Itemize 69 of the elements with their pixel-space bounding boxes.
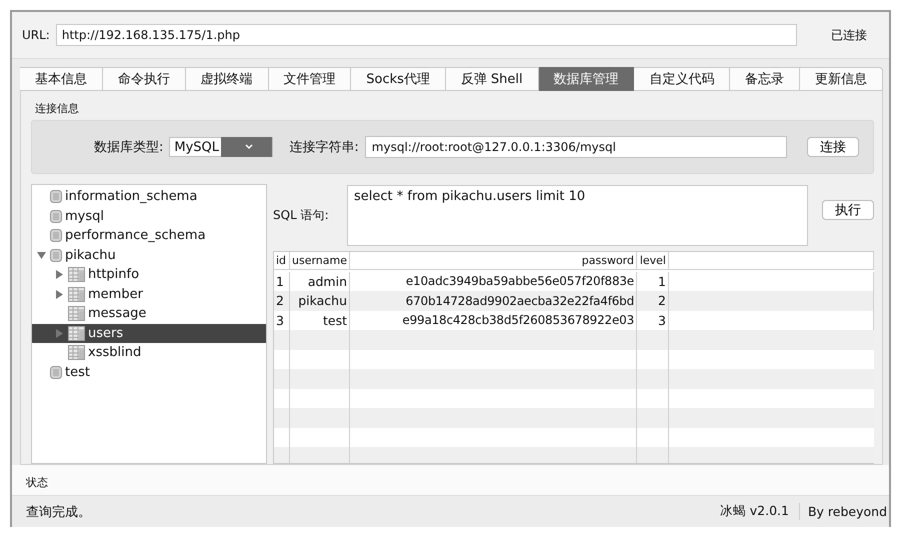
- db-type-label: 数据库类型:: [94, 139, 164, 156]
- author-label: By rebeyond: [806, 504, 888, 519]
- collapsed-arrow-icon[interactable]: [55, 270, 64, 280]
- collapsed-arrow-icon[interactable]: [55, 328, 64, 338]
- tree-item[interactable]: mysql: [32, 206, 266, 226]
- status-message: 查询完成。: [26, 504, 92, 520]
- tree-item-label: information_schema: [65, 189, 198, 204]
- tree-item[interactable]: message: [32, 304, 266, 324]
- section-title: 状态: [12, 465, 889, 495]
- tab[interactable]: 更新信息: [800, 67, 883, 91]
- tab[interactable]: 基本信息: [20, 67, 103, 91]
- tab[interactable]: 文件管理: [268, 67, 352, 91]
- tree-item[interactable]: httpinfo: [32, 265, 266, 284]
- url-field[interactable]: http://192.168.135.175/1.php: [56, 24, 797, 46]
- tree-item[interactable]: test: [32, 362, 266, 382]
- db-type-dropdown[interactable]: MySQL: [169, 137, 274, 157]
- database-icon: [50, 366, 62, 379]
- database-icon: [50, 229, 62, 242]
- column-header: id: [274, 252, 290, 270]
- tree-item-label: mysql: [65, 208, 104, 224]
- tree-item-label: member: [88, 286, 143, 302]
- section-title: 连接信息: [34, 101, 80, 117]
- tab[interactable]: Socks代理: [351, 67, 446, 91]
- conn-string-label: 连接字符串:: [289, 139, 359, 156]
- tab[interactable]: 自定义代码: [634, 67, 730, 91]
- tree-item[interactable]: member: [32, 284, 266, 304]
- tab[interactable]: 反弹 Shell: [446, 67, 539, 91]
- column-header: username: [290, 252, 350, 270]
- connect-button[interactable]: 连接: [807, 137, 859, 157]
- sql-label: SQL 语句:: [273, 206, 330, 224]
- table-icon: [68, 326, 85, 341]
- column-header: password: [350, 252, 637, 270]
- connection-status: 已连接: [830, 26, 868, 44]
- table-cell: 2: [274, 291, 290, 310]
- tree-item-label: test: [65, 364, 90, 380]
- database-icon: [50, 248, 62, 262]
- table-icon: [68, 267, 85, 282]
- table-cell: 2: [637, 291, 669, 310]
- tab[interactable]: 虚拟终端: [186, 67, 269, 91]
- url-label: URL:: [22, 28, 50, 42]
- column-header: level: [637, 252, 669, 270]
- expanded-arrow-icon[interactable]: [37, 250, 46, 260]
- tree-item-label: httpinfo: [88, 267, 140, 282]
- tree-item-label: users: [88, 326, 124, 341]
- table-icon: [68, 345, 85, 360]
- tab[interactable]: 命令执行: [102, 67, 186, 91]
- conn-string-field[interactable]: mysql://root:root@127.0.0.1:3306/mysql: [364, 136, 787, 158]
- tree-item[interactable]: pikachu: [32, 246, 266, 265]
- run-button[interactable]: 执行: [822, 200, 874, 220]
- database-icon: [50, 190, 62, 204]
- sql-query-field[interactable]: select * from pikachu.users limit 10: [347, 185, 808, 246]
- table-cell: pikachu: [290, 291, 350, 310]
- tree-item-label: pikachu: [65, 248, 116, 263]
- version-label: 冰蝎 v2.0.1: [710, 503, 800, 520]
- table-icon: [68, 306, 85, 322]
- tree-item[interactable]: performance_schema: [32, 226, 266, 246]
- collapsed-arrow-icon[interactable]: [55, 290, 64, 299]
- table-cell: 670b14728ad9902aecba32e22fa4f6bd: [350, 291, 637, 310]
- tree-item[interactable]: information_schema: [32, 187, 266, 206]
- tab[interactable]: 数据库管理: [538, 67, 634, 91]
- tree-item-label: message: [88, 306, 146, 322]
- tree-item-label: performance_schema: [65, 228, 206, 244]
- tree-item-label: xssblind: [88, 345, 142, 360]
- tree-item[interactable]: xssblind: [32, 343, 266, 362]
- tab[interactable]: 备忘录: [730, 67, 800, 91]
- database-icon: [50, 210, 62, 223]
- table-icon: [68, 286, 85, 302]
- caret-icon: [244, 144, 253, 150]
- tree-item[interactable]: users: [32, 324, 266, 343]
